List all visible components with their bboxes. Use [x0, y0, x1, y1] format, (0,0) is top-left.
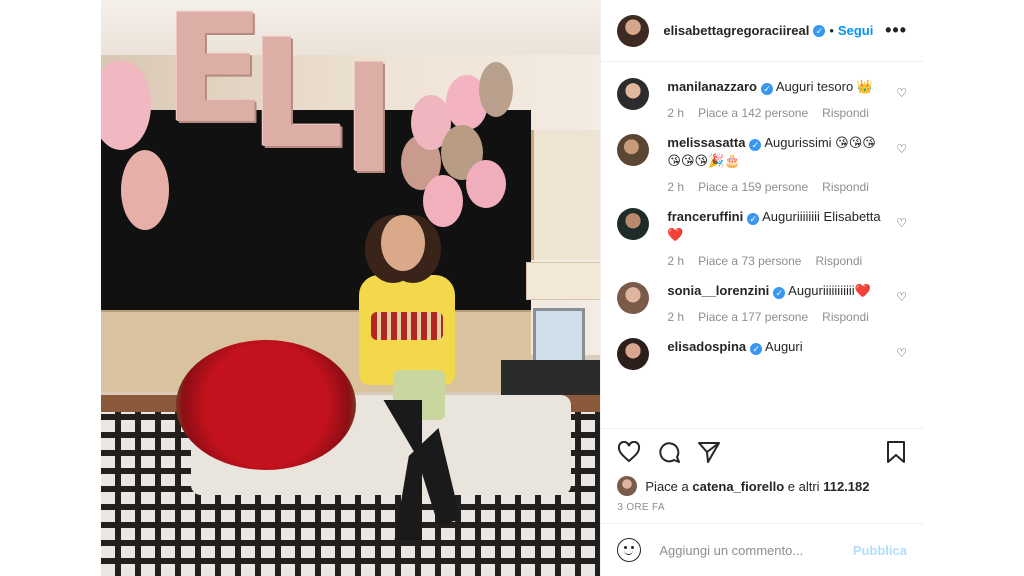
comment-time: 2 h [667, 106, 685, 120]
comment-item: melissasatta ✓ Augurissimi 😘😘😘 😘😘😘🎉🎂 2 h … [617, 134, 907, 194]
comment-likes[interactable]: Piace a 159 persone [698, 180, 808, 194]
comment-item: elisadospina ✓ Auguri ♡ [617, 338, 907, 370]
more-options-icon[interactable]: ••• [885, 20, 907, 41]
comment-item: manilanazzaro ✓ Auguri tesoro 👑 2 h Piace… [617, 78, 907, 120]
comment-avatar[interactable] [617, 208, 650, 240]
post-side-panel: elisabettagregoraciireal ✓ • Segui ••• m… [600, 0, 923, 576]
reply-button[interactable]: Rispondi [822, 106, 869, 120]
comment-text: elisadospina ✓ Auguri [667, 338, 887, 356]
comment-meta: 2 h Piace a 159 persone Rispondi [667, 180, 887, 194]
comment-body: elisadospina ✓ Auguri [667, 338, 887, 370]
verified-badge-icon: ✓ [747, 213, 760, 225]
photo-balloon [466, 160, 506, 208]
post-actions-bar [601, 428, 923, 472]
photo-birthday-cake [371, 312, 443, 340]
heart-icon[interactable] [617, 440, 641, 469]
photo-balloon-letter: I [341, 33, 397, 207]
reply-button[interactable]: Rispondi [822, 180, 869, 194]
comment-item: sonia__lorenzini ✓ Auguriiiiiiiiiii❤️ 2 h… [617, 282, 907, 324]
likes-suffix: e altri [787, 478, 820, 494]
comment-username[interactable]: manilanazzaro [667, 79, 757, 94]
comment-username[interactable]: melissasatta [667, 135, 745, 150]
comment-text: melissasatta ✓ Augurissimi 😘😘😘 😘😘😘🎉🎂 [667, 134, 887, 170]
emoji-icon[interactable] [617, 538, 642, 562]
comment-avatar[interactable] [617, 134, 650, 166]
comment-body: melissasatta ✓ Augurissimi 😘😘😘 😘😘😘🎉🎂 2 h … [667, 134, 887, 194]
comments-list[interactable]: manilanazzaro ✓ Auguri tesoro 👑 2 h Piace… [601, 62, 923, 428]
verified-badge-icon: ✓ [813, 24, 826, 37]
comment-username[interactable]: franceruffini [667, 209, 743, 224]
liker-avatar [617, 476, 638, 496]
comment-input[interactable] [657, 541, 853, 559]
comment-like-heart-icon[interactable]: ♡ [896, 290, 907, 304]
comment-body: manilanazzaro ✓ Auguri tesoro 👑 2 h Piace… [667, 78, 887, 120]
comment-text: sonia__lorenzini ✓ Auguriiiiiiiiiii❤️ [667, 282, 887, 300]
comment-meta: 2 h Piace a 142 persone Rispondi [667, 106, 887, 120]
publish-button[interactable]: Pubblica [853, 543, 907, 558]
likes-summary[interactable]: Piace a catena_fiorello e altri 112.182 [601, 472, 923, 500]
follow-button[interactable]: Segui [838, 23, 873, 38]
likes-count[interactable]: 112.182 [823, 479, 869, 494]
photo-roses-bouquet [176, 340, 356, 470]
photo-balloon [423, 175, 463, 227]
comment-icon[interactable] [657, 440, 681, 470]
comment-like-heart-icon[interactable]: ♡ [896, 142, 907, 156]
liker-username[interactable]: catena_fiorello [692, 479, 784, 494]
photo-balloon-letter: L [249, 8, 345, 182]
photo-lamp [526, 262, 601, 300]
comment-likes[interactable]: Piace a 73 persone [698, 254, 801, 268]
add-comment-bar: Pubblica [601, 523, 923, 576]
likes-prefix: Piace a [645, 478, 689, 494]
verified-badge-icon: ✓ [760, 83, 773, 95]
photo-shelf [531, 130, 601, 260]
comment-avatar[interactable] [617, 338, 650, 370]
comment-like-heart-icon[interactable]: ♡ [896, 86, 907, 100]
comment-time: 2 h [667, 310, 685, 324]
comment-message: Auguriiiiiiiiiii❤️ [788, 283, 871, 298]
comment-avatar[interactable] [617, 282, 650, 314]
comment-meta: 2 h Piace a 177 persone Rispondi [667, 310, 887, 324]
verified-badge-icon: ✓ [749, 139, 762, 151]
comment-text: franceruffini ✓ Auguriiiiiiii Elisabetta … [667, 208, 887, 244]
comment-avatar[interactable] [617, 78, 650, 110]
verified-badge-icon: ✓ [773, 287, 786, 299]
comment-message: Auguri [765, 339, 803, 354]
instagram-post: E L I elisabettagregoraciireal ✓ • Segui… [101, 0, 923, 576]
share-icon[interactable] [697, 440, 721, 470]
comment-likes[interactable]: Piace a 177 persone [698, 310, 808, 324]
photo-balloon [479, 62, 513, 117]
bookmark-icon[interactable] [885, 440, 907, 470]
post-timestamp: 3 ORE FA [617, 502, 665, 513]
comment-likes[interactable]: Piace a 142 persone [698, 106, 808, 120]
comment-text: manilanazzaro ✓ Auguri tesoro 👑 [667, 78, 887, 96]
verified-badge-icon: ✓ [750, 343, 763, 355]
photo-balloon [121, 150, 169, 230]
comment-item: franceruffini ✓ Auguriiiiiiii Elisabetta … [617, 208, 907, 268]
comment-meta: 2 h Piace a 73 persone Rispondi [667, 254, 887, 268]
comment-like-heart-icon[interactable]: ♡ [896, 216, 907, 230]
post-photo[interactable]: E L I [101, 0, 601, 576]
comment-username[interactable]: elisadospina [667, 339, 746, 354]
header-separator: • [829, 23, 834, 38]
reply-button[interactable]: Rispondi [815, 254, 862, 268]
reply-button[interactable]: Rispondi [822, 310, 869, 324]
comment-like-heart-icon[interactable]: ♡ [896, 346, 907, 360]
author-avatar[interactable] [617, 14, 650, 47]
comment-time: 2 h [667, 180, 685, 194]
comment-body: franceruffini ✓ Auguriiiiiiii Elisabetta … [667, 208, 887, 268]
author-username[interactable]: elisabettagregoraciireal [663, 23, 809, 38]
photo-woman-head [381, 215, 425, 271]
comment-time: 2 h [667, 254, 685, 268]
post-header: elisabettagregoraciireal ✓ • Segui ••• [601, 0, 923, 62]
comment-username[interactable]: sonia__lorenzini [667, 283, 769, 298]
comment-message: Auguri tesoro 👑 [775, 79, 874, 94]
comment-body: sonia__lorenzini ✓ Auguriiiiiiiiiii❤️ 2 h… [667, 282, 887, 324]
